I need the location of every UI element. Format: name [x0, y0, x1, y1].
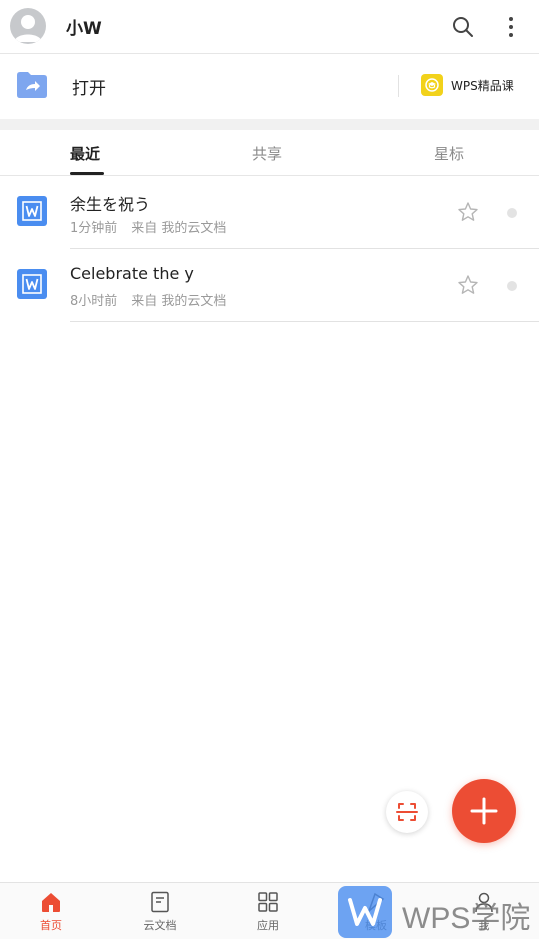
word-document-icon	[17, 269, 47, 299]
scan-icon	[396, 803, 418, 821]
star-icon[interactable]	[457, 201, 479, 223]
row-divider	[70, 321, 539, 322]
active-tab-indicator	[70, 172, 104, 175]
status-dot	[507, 208, 517, 218]
wps-academy-watermark: WPS学院	[338, 885, 539, 939]
open-file-row[interactable]: 打开 WPS精品课	[0, 55, 539, 119]
word-document-icon	[17, 196, 47, 226]
nav-apps[interactable]: 应用	[223, 883, 313, 939]
status-dot	[507, 281, 517, 291]
tab-starred[interactable]: 星标	[434, 143, 464, 164]
wps-course-button[interactable]: WPS精品课	[421, 73, 514, 97]
nav-cloud-docs[interactable]: 云文档	[115, 883, 205, 939]
tab-shared[interactable]: 共享	[252, 143, 282, 164]
user-avatar-icon	[14, 15, 42, 42]
file-meta: 8小时前 来自 我的云文档	[70, 290, 226, 309]
file-name: 余生を祝う	[70, 195, 151, 214]
tab-recent[interactable]: 最近	[70, 143, 100, 164]
search-icon[interactable]	[451, 15, 475, 39]
more-vertical-icon[interactable]	[500, 14, 522, 40]
folder-open-icon	[17, 72, 47, 98]
watermark-text: WPS学院	[402, 902, 531, 935]
plus-icon	[470, 797, 498, 825]
file-meta: 1分钟前 来自 我的云文档	[70, 217, 226, 236]
nav-cloud-docs-label: 云文档	[143, 919, 177, 932]
file-tabs: 最近 共享 星标	[0, 130, 539, 176]
file-row[interactable]: Celebrate the y 8小时前 来自 我的云文档	[0, 249, 539, 322]
home-icon	[42, 893, 60, 912]
nav-home-label: 首页	[40, 919, 62, 932]
file-time: 1分钟前	[70, 221, 118, 236]
nav-home[interactable]: 首页	[6, 883, 96, 939]
file-source: 来自 我的云文档	[131, 294, 227, 309]
username: 小W	[66, 19, 102, 39]
grid-icon	[258, 892, 278, 912]
open-label: 打开	[72, 79, 106, 99]
avatar[interactable]	[10, 8, 46, 44]
document-icon	[151, 891, 169, 913]
wps-course-label: WPS精品课	[451, 78, 514, 93]
top-bar: 小W	[0, 0, 539, 54]
nav-apps-label: 应用	[257, 919, 279, 932]
file-time: 8小时前	[70, 294, 118, 309]
section-separator	[0, 119, 539, 130]
star-icon[interactable]	[457, 274, 479, 296]
wps-logo-icon	[338, 886, 392, 938]
scan-button[interactable]	[386, 791, 428, 833]
divider	[398, 75, 399, 97]
file-source: 来自 我的云文档	[131, 221, 227, 236]
new-document-button[interactable]	[452, 779, 516, 843]
file-row[interactable]: 余生を祝う 1分钟前 来自 我的云文档	[0, 176, 539, 249]
file-name: Celebrate the y	[70, 264, 194, 283]
graduation-cap-icon	[421, 74, 443, 96]
